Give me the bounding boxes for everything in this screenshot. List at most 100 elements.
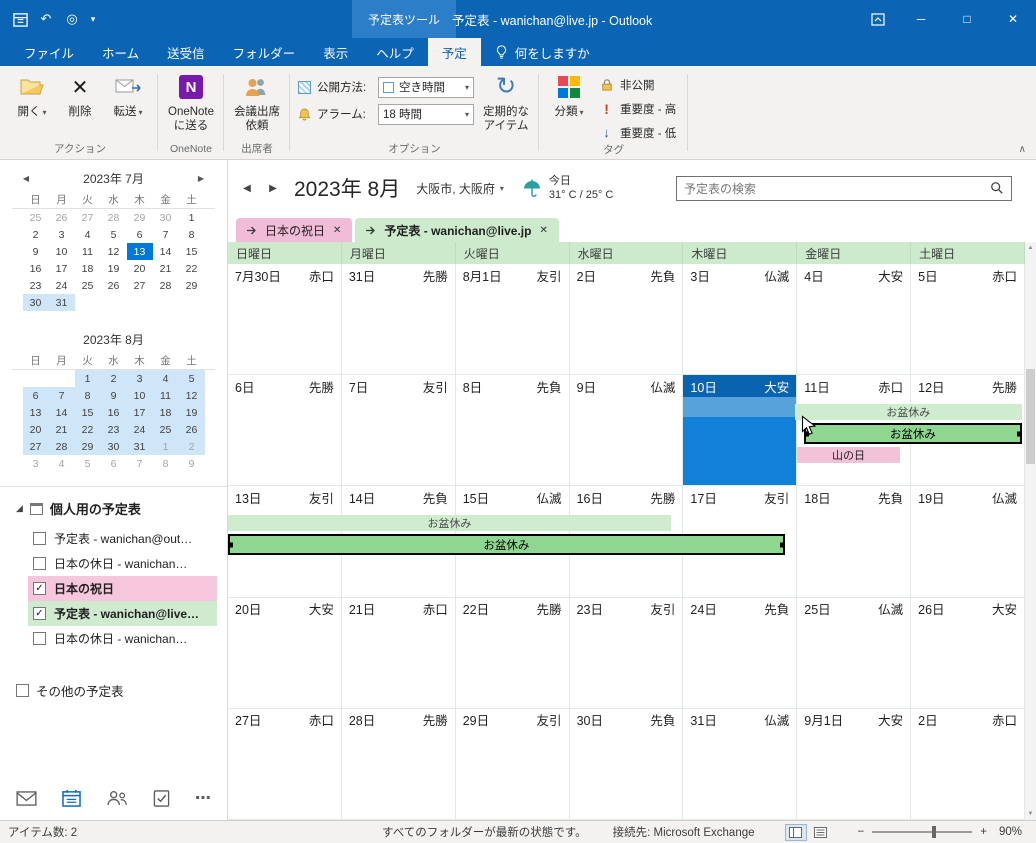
minical-day[interactable]: 20	[127, 260, 153, 277]
other-calendars-group[interactable]: その他の予定表	[0, 669, 227, 708]
minical-day[interactable]: 16	[23, 260, 49, 277]
close-button[interactable]: ✕	[990, 0, 1036, 38]
minical-day[interactable]: 23	[100, 421, 127, 438]
vertical-scrollbar[interactable]: ▲ ▼	[1025, 242, 1036, 820]
minical-day[interactable]: 13	[126, 243, 153, 260]
day-cell-w1-3[interactable]: 9日 仏滅	[570, 375, 684, 486]
zoom-in-button[interactable]: +	[980, 826, 987, 838]
minical-day[interactable]: 23	[23, 277, 49, 294]
undo-icon[interactable]: ↶	[34, 6, 58, 32]
scrollbar-thumb[interactable]	[1026, 369, 1035, 464]
calendar-checkbox[interactable]	[33, 532, 46, 545]
day-cell-w1-4[interactable]: 10日 大安	[683, 375, 798, 486]
day-cell-w0-1[interactable]: 31日 先勝	[342, 264, 456, 375]
private-button[interactable]: 非公開	[594, 74, 681, 95]
minical-day[interactable]: 26	[178, 421, 205, 438]
day-cell-w4-0[interactable]: 27日 赤口	[228, 708, 342, 820]
minical-day[interactable]: 9	[23, 243, 49, 260]
day-cell-w3-6[interactable]: 26日 大安	[911, 597, 1025, 708]
minical-day[interactable]: 6	[22, 387, 49, 404]
mail-nav-icon[interactable]	[16, 788, 37, 808]
minical-day[interactable]: 21	[48, 421, 75, 438]
minical-day[interactable]: 30	[100, 438, 127, 455]
calendar-list-item[interactable]: 日本の休日 - wanichan…	[28, 626, 217, 651]
touch-mode-icon[interactable]: ◎	[60, 6, 84, 32]
minical-day[interactable]: 9	[100, 387, 127, 404]
minical-day[interactable]: 24	[49, 277, 75, 294]
tab-wanichan-live[interactable]: 予定表 - wanichan@live.jp ✕	[355, 218, 559, 242]
reminder-select[interactable]: 18 時間 ▾	[378, 103, 475, 125]
minical-day[interactable]: 26	[101, 277, 127, 294]
search-icon[interactable]	[990, 181, 1004, 195]
day-cell-w4-3[interactable]: 30日 先負	[570, 708, 684, 820]
mini-next-month-icon[interactable]: ▶	[193, 170, 209, 186]
zoom-out-button[interactable]: −	[858, 826, 865, 838]
tell-me-search[interactable]: 何をしますか	[481, 38, 604, 66]
minical-day[interactable]: 3	[126, 370, 153, 387]
ribbon-tab-2[interactable]: フォルダー	[219, 38, 310, 66]
minical-day[interactable]: 27	[75, 209, 101, 226]
more-apps-icon[interactable]: ⋯	[195, 788, 212, 808]
calendar-checkbox[interactable]	[33, 557, 46, 570]
minical-day[interactable]: 7	[153, 226, 179, 243]
minical-day[interactable]: 7	[127, 455, 153, 472]
minical-day[interactable]: 2	[100, 370, 127, 387]
minical-day[interactable]: 4	[49, 455, 75, 472]
people-nav-icon[interactable]	[106, 788, 128, 808]
day-cell-w1-2[interactable]: 8日 先負	[456, 375, 570, 486]
minical-day[interactable]: 27	[22, 438, 49, 455]
minical-day[interactable]: 28	[48, 438, 75, 455]
day-cell-w4-2[interactable]: 29日 友引	[456, 708, 570, 820]
minical-day[interactable]: 6	[127, 226, 153, 243]
minical-day[interactable]: 29	[127, 209, 153, 226]
minical-day[interactable]: 1	[152, 438, 179, 455]
day-cell-w0-4[interactable]: 3日 仏滅	[683, 264, 798, 375]
minical-day[interactable]: 14	[153, 243, 179, 260]
minical-day[interactable]: 5	[178, 370, 205, 387]
minical-day[interactable]: 28	[101, 209, 127, 226]
zoom-slider[interactable]	[872, 826, 973, 838]
ribbon-display-options-icon[interactable]	[858, 0, 898, 38]
ribbon-tab-3[interactable]: 表示	[309, 38, 362, 66]
event-obon-holiday-selected[interactable]: お盆休み	[228, 534, 785, 556]
categorize-button[interactable]: 分類 ▾	[546, 68, 592, 120]
other-calendars-checkbox[interactable]	[16, 684, 29, 697]
ribbon-tab-1[interactable]: 送受信	[153, 38, 219, 66]
search-input[interactable]: 予定表の検索	[676, 175, 1012, 201]
minical-day[interactable]: 19	[101, 260, 127, 277]
scroll-up-icon[interactable]: ▲	[1028, 242, 1034, 254]
day-cell-w2-6[interactable]: 19日 仏滅	[911, 486, 1025, 597]
event-mountain-day-holiday[interactable]: 山の日	[797, 447, 900, 464]
minical-day[interactable]: 2	[23, 226, 49, 243]
day-cell-w0-2[interactable]: 8月1日 友引	[456, 264, 570, 375]
minical-day[interactable]: 25	[152, 421, 179, 438]
minical-day[interactable]: 4	[152, 370, 179, 387]
forward-button[interactable]: 転送 ▾	[105, 68, 151, 120]
day-cell-w3-3[interactable]: 23日 友引	[570, 597, 684, 708]
day-cell-w0-6[interactable]: 5日 赤口	[911, 264, 1025, 375]
minimize-button[interactable]: ─	[898, 0, 944, 38]
minical-day[interactable]: 28	[153, 277, 179, 294]
minical-day[interactable]: 10	[49, 243, 75, 260]
mini-prev-month-icon[interactable]: ◀	[18, 170, 34, 186]
day-cell-w2-5[interactable]: 18日 先負	[797, 486, 912, 597]
tab-file[interactable]: ファイル	[10, 38, 88, 66]
ribbon-tab-0[interactable]: ホーム	[88, 38, 153, 66]
recurrence-button[interactable]: ↻ 定期的な アイテム	[480, 68, 532, 134]
day-cell-w4-1[interactable]: 28日 先勝	[342, 708, 456, 820]
minical-day[interactable]: 8	[74, 387, 101, 404]
minical-day[interactable]: 15	[74, 404, 101, 421]
day-cell-w0-3[interactable]: 2日 先負	[570, 264, 684, 375]
minical-day[interactable]: 22	[179, 260, 205, 277]
tasks-nav-icon[interactable]	[153, 788, 170, 808]
minical-day[interactable]: 29	[74, 438, 101, 455]
maximize-button[interactable]: □	[944, 0, 990, 38]
zoom-slider-thumb[interactable]	[932, 826, 937, 838]
minical-day[interactable]: 17	[49, 260, 75, 277]
day-cell-w0-5[interactable]: 4日 大安	[797, 264, 912, 375]
importance-high-button[interactable]: ! 重要度 - 高	[594, 98, 681, 119]
minical-day[interactable]: 25	[75, 277, 101, 294]
day-cell-w3-1[interactable]: 21日 赤口	[342, 597, 456, 708]
importance-low-button[interactable]: ↓ 重要度 - 低	[594, 122, 681, 143]
close-tab-icon[interactable]: ✕	[333, 225, 341, 236]
